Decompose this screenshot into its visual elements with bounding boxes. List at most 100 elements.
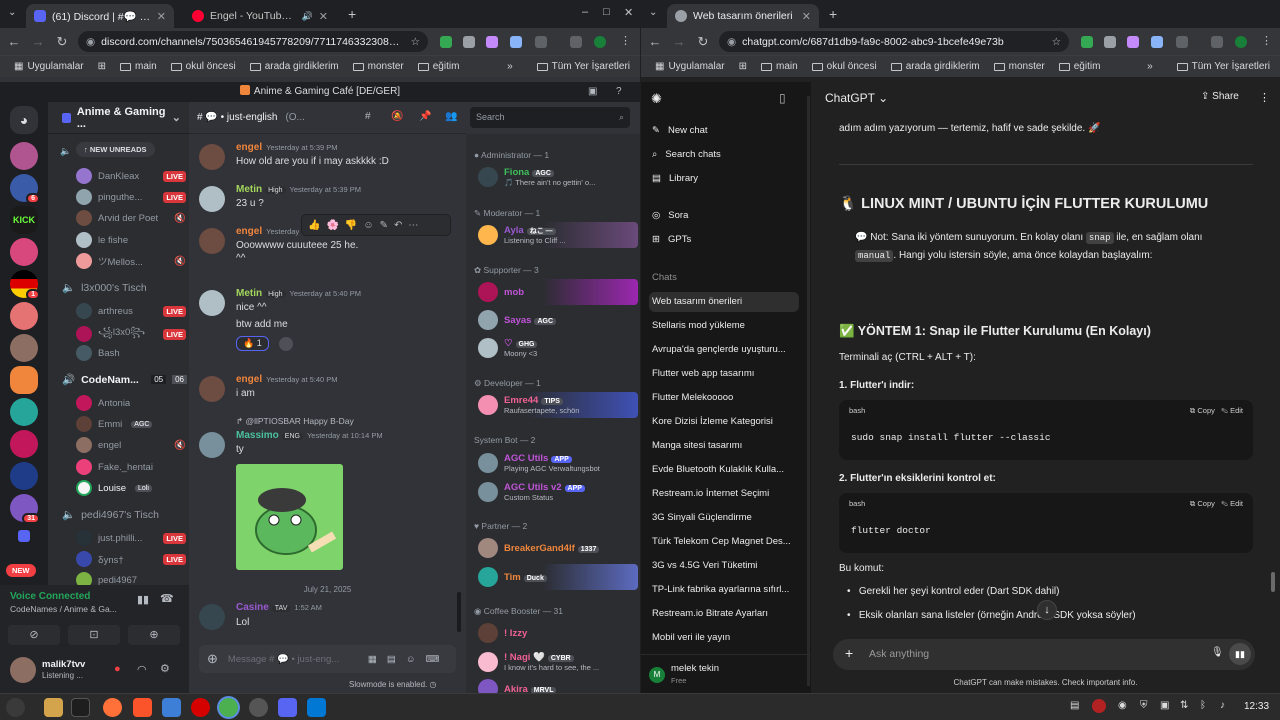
add-reaction-icon[interactable]: ☺ (363, 220, 373, 231)
reaction-fire[interactable]: 🔥 1 (236, 336, 269, 351)
member-item[interactable]: BreakerGand4lf 1337 (478, 535, 638, 561)
reload-icon[interactable]: ↻ (695, 34, 711, 50)
voice-user[interactable]: Louise Loli (76, 480, 186, 496)
server-icon[interactable] (10, 334, 38, 362)
voice-user[interactable]: Bash (76, 345, 186, 361)
member-item[interactable]: mob (478, 279, 638, 305)
firefox-icon[interactable] (103, 698, 122, 717)
bookmark-folder[interactable]: main (119, 61, 157, 72)
media-control-icon[interactable] (1211, 36, 1223, 48)
server-icon[interactable] (10, 398, 38, 426)
history-item[interactable]: Türk Telekom Cep Magnet Des... (649, 532, 799, 552)
history-item[interactable]: Manga sitesi tasarımı (649, 436, 799, 456)
flower-reaction-icon[interactable]: 🌸 (326, 220, 338, 231)
self-avatar[interactable] (10, 657, 36, 683)
voice-user[interactable]: Emmi AGC (76, 416, 186, 432)
edit-button[interactable]: ✎ Edit (1221, 406, 1243, 415)
discord-home-icon[interactable]: ◕ (10, 106, 38, 134)
member-item[interactable]: Ayla ねこ — Listening to Cliff ... (478, 222, 638, 248)
audio-playing-icon[interactable]: 🔊 (302, 11, 313, 22)
voice-user[interactable]: ツMellos... 🔇 (76, 253, 186, 269)
voice-user[interactable]: just.philli... LIVE (76, 530, 186, 546)
voice-channel-active[interactable]: 🔊 CodeNam... 05 06 (62, 373, 187, 386)
voice-channel[interactable]: 🔈 pedi4967's Tisch (62, 508, 159, 522)
tab-chatgpt[interactable]: Web tasarım önerileri ✕ (667, 4, 819, 28)
bookmark-star-icon[interactable]: ☆ (411, 36, 420, 48)
bookmark-folder[interactable]: monster (352, 61, 404, 72)
translate-extension-icon[interactable] (510, 36, 522, 48)
bookmark-folder[interactable]: okul öncesi (170, 61, 236, 72)
add-reaction-icon[interactable] (279, 337, 293, 351)
new-tab-icon[interactable]: + (348, 6, 356, 22)
frog-image-attachment[interactable] (236, 464, 343, 570)
add-attachment-icon[interactable]: ⊕ (207, 651, 218, 667)
vscode-icon[interactable] (307, 698, 326, 717)
anime-gaming-cafe-server-icon[interactable] (10, 366, 38, 394)
all-bookmarks[interactable]: Tüm Yer İşaretleri (536, 61, 630, 72)
profile-avatar-icon[interactable] (1235, 36, 1247, 48)
tray-icon[interactable]: ▤ (1070, 700, 1079, 711)
uk-server-icon[interactable] (10, 462, 38, 490)
member-item[interactable]: Tim Duck (478, 564, 638, 590)
voice-user[interactable]: Ᵹyns† LIVE (76, 551, 186, 567)
brave-icon[interactable] (133, 698, 152, 717)
address-bar[interactable]: ◉ discord.com/channels/75036546194577820… (78, 31, 428, 52)
voice-user[interactable]: le fishe (76, 232, 186, 248)
germany-server-icon[interactable]: 1 (10, 270, 40, 300)
openai-logo-icon[interactable]: ✺ (651, 91, 662, 107)
close-sidebar-icon[interactable]: ▯ (779, 91, 786, 105)
clock[interactable]: 12:33 (1244, 701, 1269, 712)
maximize-icon[interactable]: □ (603, 6, 610, 18)
history-item[interactable]: 3G Sinyali Güçlendirme (649, 508, 799, 528)
scroll-down-icon[interactable]: ↓ (1037, 600, 1057, 620)
minimize-icon[interactable]: – (582, 6, 588, 18)
translate-extension-icon[interactable] (1151, 36, 1163, 48)
browser-menu-icon[interactable]: ⋮ (620, 34, 631, 47)
address-bar[interactable]: ◉ chatgpt.com/c/687d1db9-fa9c-8002-abc9-… (719, 31, 1069, 52)
edit-icon[interactable]: ✎ (380, 220, 388, 231)
tab-youtube-music[interactable]: Engel - YouTube Music 🔊 ✕ (184, 4, 336, 28)
member-item[interactable]: ! Izzy (478, 620, 638, 646)
search-input[interactable]: Search ⌕ (470, 107, 630, 128)
discord-app-icon[interactable] (278, 698, 297, 717)
bookmark-folder[interactable]: okul öncesi (811, 61, 877, 72)
history-item[interactable]: Kore Dizisi İzleme Kategorisi (649, 412, 799, 432)
voice-user[interactable]: Arvid der Poet 🔇 (76, 210, 186, 226)
start-menu-icon[interactable] (6, 698, 25, 717)
reply-icon[interactable]: ↶ (394, 220, 402, 231)
history-item[interactable]: Evde Bluetooth Kulaklık Kulla... (649, 460, 799, 480)
voice-mode-icon[interactable]: ▮▮ (1229, 643, 1251, 665)
member-list-icon[interactable]: 👥 (445, 111, 457, 122)
more-options-icon[interactable]: ⋯ (408, 220, 418, 231)
forward-icon[interactable]: → (671, 34, 687, 49)
back-icon[interactable]: ← (6, 34, 22, 49)
voice-channel[interactable]: 🔈 l3x000's Tisch (62, 281, 147, 295)
media-control-icon[interactable] (570, 36, 582, 48)
server-header[interactable]: Anime & Gaming ... ⌄ (48, 102, 189, 134)
bookmark-folder[interactable]: eğitim (1058, 61, 1100, 72)
bookmark-folder[interactable]: monster (993, 61, 1045, 72)
more-options-icon[interactable]: ⋮ (1259, 91, 1270, 104)
close-tab-icon[interactable]: ✕ (319, 10, 328, 23)
bookmark-star-icon[interactable]: ☆ (1052, 36, 1061, 48)
file-manager-icon[interactable] (44, 698, 63, 717)
history-item[interactable]: Flutter web app tasarımı (649, 364, 799, 384)
new-unreads-pill[interactable]: ↑ NEW UNREADS (76, 142, 155, 157)
sora-button[interactable]: ◎ Sora (649, 210, 799, 221)
close-window-icon[interactable]: ✕ (624, 6, 633, 19)
member-item[interactable]: Sayas AGC (478, 307, 638, 333)
gpts-button[interactable]: ⊞ GPTs (649, 234, 799, 245)
back-icon[interactable]: ← (647, 34, 663, 49)
camera-off-button[interactable]: ⊘ (8, 625, 60, 645)
volume-icon[interactable]: ♪ (1220, 700, 1225, 711)
site-info-icon[interactable]: ◉ (727, 36, 736, 48)
member-item[interactable]: AGC Utils APP Playing AGC Verwaltungsbot (478, 450, 638, 476)
profile-avatar-icon[interactable] (594, 36, 606, 48)
member-item[interactable]: AGC Utils v2 APP Custom Status (478, 479, 638, 505)
bookmark-folder[interactable]: ⊞ (739, 61, 747, 72)
thumbs-down-icon[interactable]: 👎 (345, 220, 357, 231)
history-item[interactable]: Avrupa'da gençlerde uyuşturu... (649, 340, 799, 360)
voice-user[interactable]: pinguthe... LIVE (76, 189, 186, 205)
member-item[interactable]: ! Nagi 🤍 CYBR I know it's hard to see, the… (478, 649, 638, 675)
voice-connected-label[interactable]: Voice Connected (10, 591, 90, 602)
